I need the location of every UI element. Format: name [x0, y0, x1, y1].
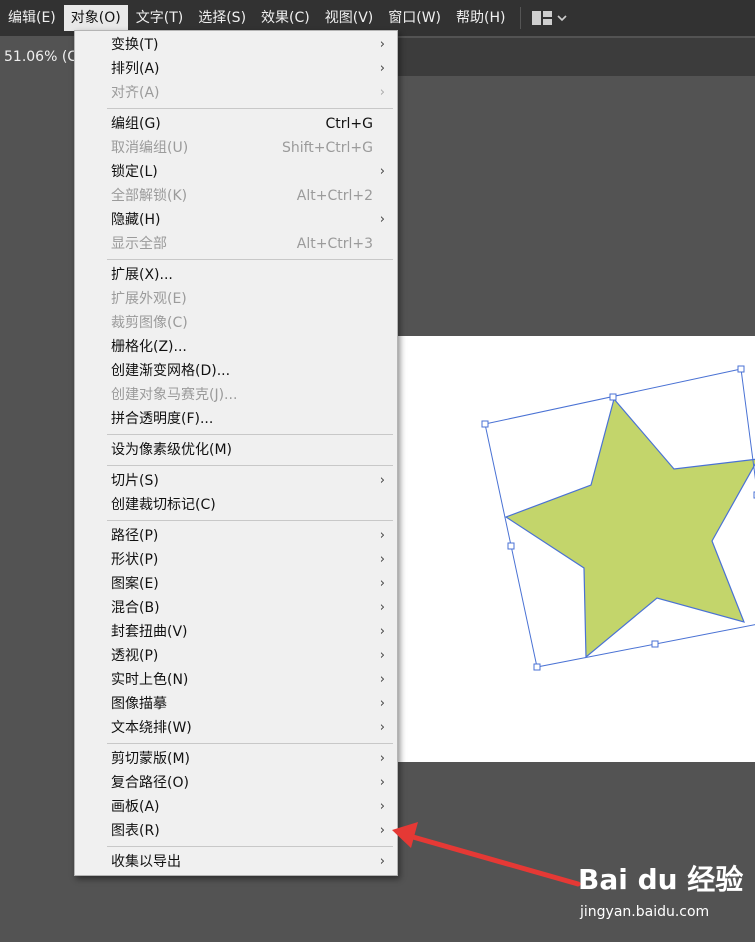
watermark-brand: Bai du 经验: [578, 863, 744, 896]
baidu-jingyan-watermark: Bai du 经验 jingyan.baidu.com: [578, 858, 748, 928]
annotation-arrow-line: [403, 832, 581, 887]
watermark-url: jingyan.baidu.com: [580, 904, 710, 920]
annotation-layer: [392, 822, 581, 887]
annotation-arrow-head: [392, 822, 418, 848]
